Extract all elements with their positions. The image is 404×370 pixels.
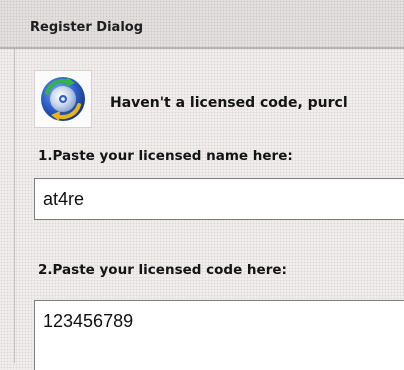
code-field-label: 2.Paste your licensed code here:	[38, 262, 287, 278]
window-title: Register Dialog	[30, 20, 144, 35]
cd-refresh-icon-graphic	[41, 77, 85, 121]
licensed-name-input[interactable]	[34, 178, 404, 220]
frame-border	[14, 49, 15, 363]
purchase-message: Haven't a licensed code, purcl	[110, 95, 348, 111]
name-field-label: 1.Paste your licensed name here:	[38, 148, 293, 164]
title-bar[interactable]: Register Dialog	[0, 0, 404, 49]
licensed-code-input[interactable]: 123456789	[34, 300, 404, 370]
cd-refresh-icon	[34, 70, 92, 128]
